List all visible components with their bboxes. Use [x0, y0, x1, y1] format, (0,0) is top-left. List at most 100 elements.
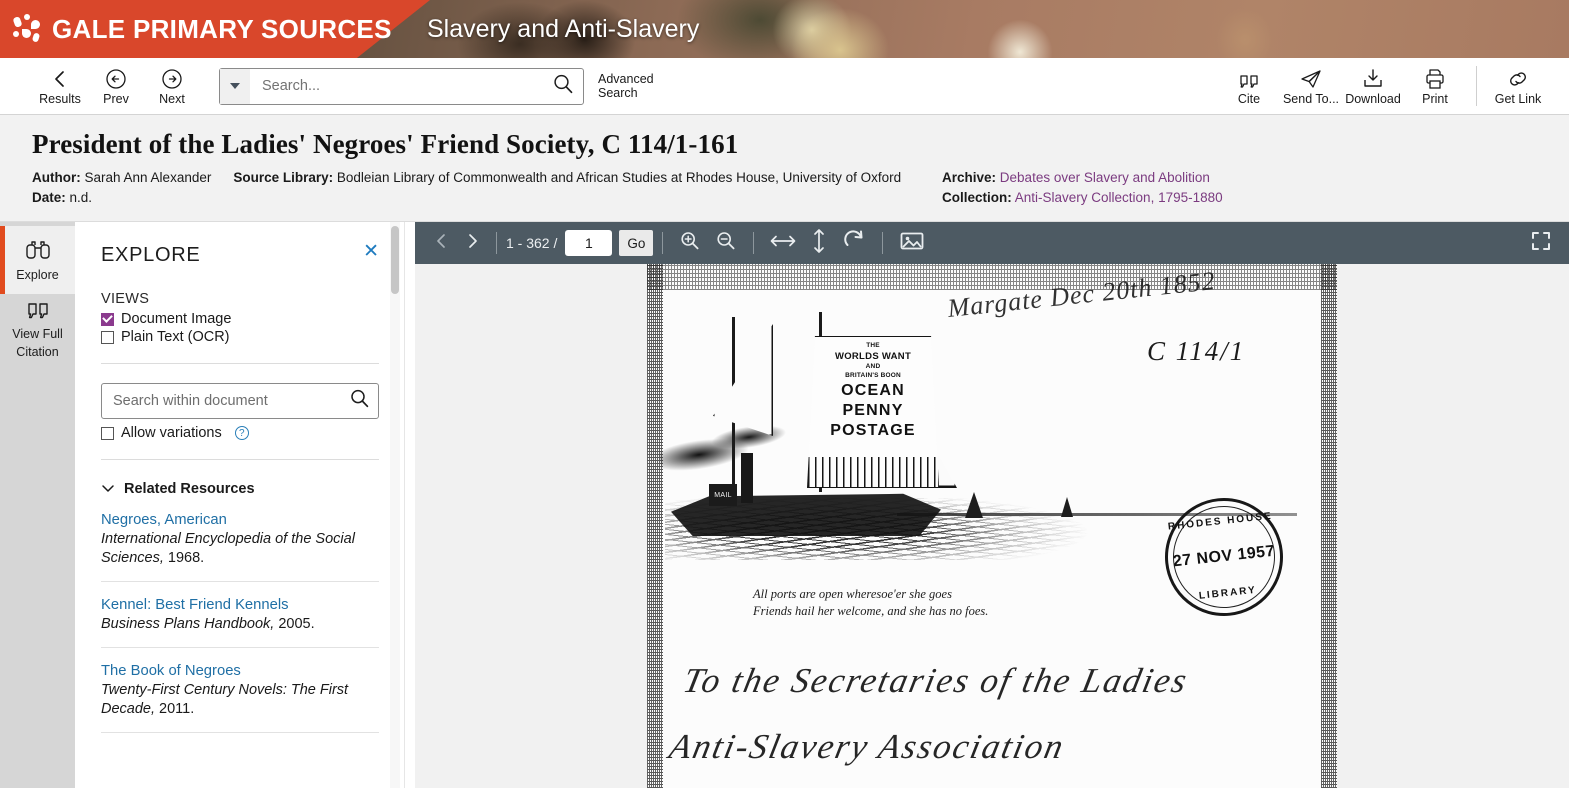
related-resource-link[interactable]: Negroes, American	[101, 512, 379, 528]
document-metadata: Author: Sarah Ann Alexander Source Libra…	[32, 170, 1569, 205]
download-button[interactable]: Download	[1342, 59, 1404, 114]
brand-name: GALE PRIMARY SOURCES	[52, 13, 392, 44]
viewer-stage[interactable]: Margate Dec 20th 1852 C 114/1 THE WORLDS…	[415, 264, 1569, 788]
fit-width-icon	[770, 231, 796, 256]
chevron-down-icon	[101, 481, 115, 497]
related-resource-source-title: Twenty-First Century Novels: The First D…	[101, 682, 349, 717]
search-within-submit-button[interactable]	[340, 388, 378, 414]
motto-line-2: Friends hail her welcome, and she has no…	[753, 604, 989, 618]
document-header: President of the Ladies' Negroes' Friend…	[0, 115, 1569, 222]
archive-label: Archive:	[942, 170, 997, 185]
motto-line-1: All ports are open wheresoe'er she goes	[753, 587, 952, 601]
checkbox-allow-variations[interactable]	[101, 426, 114, 440]
checkbox-document-image[interactable]	[101, 312, 114, 326]
search-within-document-bar	[101, 383, 379, 419]
archive-link[interactable]: Debates over Slavery and Abolition	[1000, 170, 1210, 185]
zoom-in-icon	[679, 230, 701, 257]
search-input[interactable]	[250, 69, 543, 103]
allow-variations-row[interactable]: Allow variations ?	[101, 425, 379, 441]
author-label: Author:	[32, 170, 81, 185]
advanced-search-link[interactable]: Advanced Search	[598, 72, 664, 100]
viewer-toolbar-divider-4	[882, 232, 884, 254]
next-button[interactable]: Next	[150, 59, 194, 114]
search-submit-button[interactable]	[543, 73, 583, 100]
panel-scrollbar[interactable]	[390, 222, 400, 788]
rail-item-explore-label: Explore	[16, 267, 59, 282]
checkbox-plain-text[interactable]	[101, 330, 114, 344]
collection-link[interactable]: Anti-Slavery Collection, 1795-1880	[1015, 190, 1223, 205]
zoom-in-button[interactable]	[672, 222, 708, 264]
related-resource-link[interactable]: The Book of Negroes	[101, 663, 379, 679]
viewer-toolbar-divider-2	[662, 232, 664, 254]
results-button[interactable]: Results	[38, 59, 82, 114]
go-button[interactable]: Go	[619, 230, 654, 256]
document-page-image[interactable]: Margate Dec 20th 1852 C 114/1 THE WORLDS…	[647, 264, 1337, 788]
viewer-next-page-button[interactable]	[457, 222, 487, 264]
send-to-label: Send To...	[1282, 91, 1340, 106]
cite-label: Cite	[1237, 91, 1261, 106]
sail-text-penny: PENNY	[842, 402, 904, 419]
related-resources-header[interactable]: Related Resources	[101, 481, 379, 497]
cite-button[interactable]: Cite	[1218, 59, 1280, 114]
page-number-input[interactable]	[565, 230, 613, 256]
chevron-down-icon	[230, 83, 240, 89]
brand-logo[interactable]: GALE PRIMARY SOURCES	[12, 0, 392, 58]
send-to-button[interactable]: Send To...	[1280, 59, 1342, 114]
product-title: Slavery and Anti-Slavery	[427, 14, 700, 43]
stamp-bottom-text: LIBRARY	[1198, 584, 1258, 602]
rail-item-explore[interactable]: Explore	[0, 226, 75, 294]
related-resource-link[interactable]: Kennel: Best Friend Kennels	[101, 597, 379, 613]
viewer-toolbar: 1 - 362 / Go	[415, 222, 1569, 264]
viewer-toolbar-divider-3	[753, 232, 755, 254]
arrow-left-circle-icon	[105, 67, 127, 91]
fit-height-button[interactable]	[803, 222, 835, 264]
tool-rail: Explore View Full Citation	[0, 222, 75, 788]
chevron-left-icon	[52, 67, 68, 91]
next-label: Next	[159, 91, 185, 106]
print-button[interactable]: Print	[1404, 59, 1466, 114]
related-resource-source-year: 2011.	[155, 701, 195, 717]
fit-width-button[interactable]	[763, 222, 803, 264]
gale-burst-icon	[12, 14, 42, 44]
viewer-prev-page-button[interactable]	[427, 222, 457, 264]
rotate-icon	[842, 229, 866, 258]
page-range-label: 1 - 362 /	[506, 235, 558, 251]
close-icon[interactable]: ✕	[363, 242, 379, 261]
sail-text-ocean: OCEAN	[841, 382, 905, 399]
distant-ship-2	[1061, 497, 1073, 517]
metadata-row-collection: Collection: Anti-Slavery Collection, 179…	[942, 190, 1223, 205]
prev-button[interactable]: Prev	[94, 59, 138, 114]
image-view-button[interactable]	[892, 222, 932, 264]
search-within-document-input[interactable]	[102, 392, 340, 410]
document-viewer: 1 - 362 / Go	[405, 222, 1569, 788]
panel-scrollbar-thumb[interactable]	[391, 226, 399, 294]
sail-stripes	[808, 457, 938, 487]
library-stamp: RHODES HOUSE 27 NOV 1957 LIBRARY	[1159, 492, 1289, 622]
address-line-1: To the Secretaries of the Ladies	[679, 661, 1193, 700]
fit-height-icon	[810, 228, 828, 259]
utility-toolbar: Results Prev Next Advanced Search	[0, 58, 1569, 115]
fullscreen-icon	[1530, 230, 1552, 257]
related-resource-source-year: 2005.	[274, 616, 315, 632]
view-option-plain-text[interactable]: Plain Text (OCR)	[101, 329, 379, 345]
list-item: Kennel: Best Friend Kennels Business Pla…	[101, 582, 379, 648]
quote-icon	[25, 298, 51, 323]
allow-variations-label: Allow variations	[121, 425, 222, 441]
get-link-button[interactable]: Get Link	[1487, 59, 1549, 114]
content-area: Explore View Full Citation EXPLORE ✕ VIE…	[0, 222, 1569, 788]
metadata-row-date: Date: n.d.	[32, 190, 1569, 205]
sail-text-line4: BRITAIN'S BOON	[845, 372, 901, 379]
related-resource-source-title: International Encyclopedia of the Social…	[101, 531, 355, 566]
help-icon[interactable]: ?	[234, 426, 249, 440]
view-option-document-image[interactable]: Document Image	[101, 311, 379, 327]
search-scope-dropdown[interactable]	[220, 68, 250, 104]
fullscreen-button[interactable]	[1523, 222, 1559, 264]
rotate-button[interactable]	[835, 222, 873, 264]
engraving-motto: All ports are open wheresoe'er she goes …	[753, 586, 988, 620]
rail-item-view-full-citation[interactable]: View Full Citation	[0, 294, 75, 362]
download-icon	[1361, 67, 1385, 91]
zoom-out-button[interactable]	[708, 222, 744, 264]
rail-item-citation-line2: Citation	[16, 344, 59, 359]
explore-panel: EXPLORE ✕ VIEWS Document Image Plain Tex…	[75, 222, 405, 788]
list-item: Negroes, American International Encyclop…	[101, 497, 379, 582]
